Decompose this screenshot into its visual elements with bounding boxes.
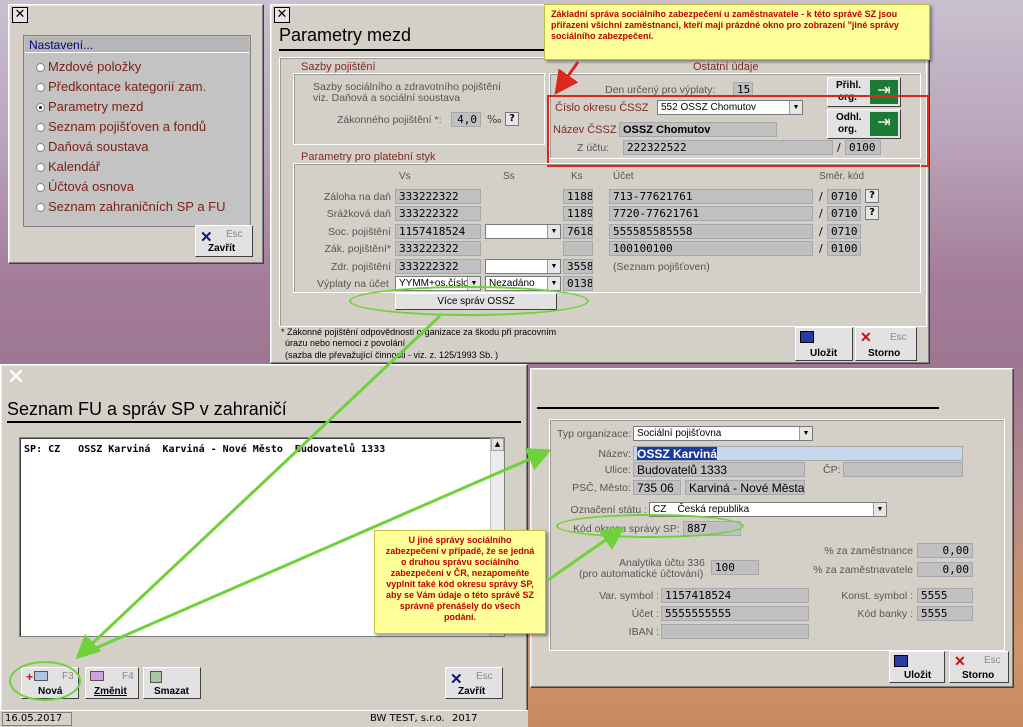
arrow-to-new <box>75 314 442 660</box>
arrow-note-to-cssz <box>554 61 580 95</box>
arrow-list-to-detail <box>79 448 552 657</box>
arrow-note-to-kod <box>547 526 625 582</box>
annotation-arrows <box>75 61 625 660</box>
